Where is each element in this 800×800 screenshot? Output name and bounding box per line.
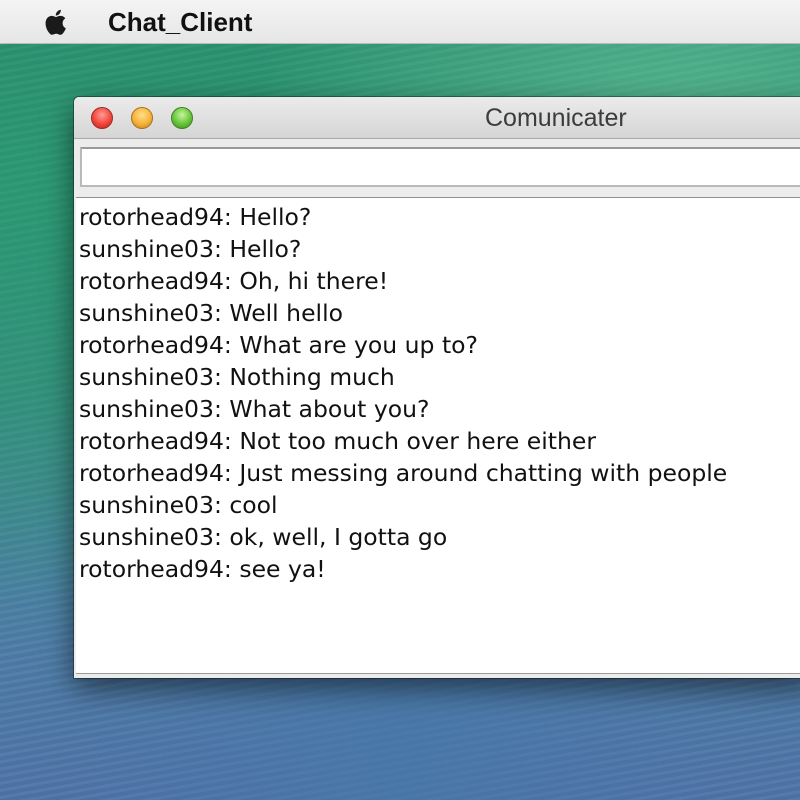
menu-bar: Chat_Client	[0, 0, 800, 44]
apple-logo-icon[interactable]	[38, 4, 74, 40]
chat-log[interactable]: rotorhead94: Hello? sunshine03: Hello? r…	[76, 197, 800, 674]
app-menu-name[interactable]: Chat_Client	[108, 5, 252, 39]
window-title: Comunicater	[485, 104, 627, 132]
chat-message: sunshine03: Well hello	[79, 299, 343, 327]
chat-message: rotorhead94: What are you up to?	[79, 331, 479, 359]
minimize-icon[interactable]	[131, 107, 153, 129]
maximize-icon[interactable]	[171, 107, 193, 129]
chat-message: rotorhead94: Not too much over here eith…	[79, 427, 596, 455]
chat-message: rotorhead94: see ya!	[79, 555, 326, 583]
window-titlebar[interactable]: Comunicater	[74, 97, 800, 139]
chat-message: rotorhead94: Just messing around chattin…	[79, 459, 728, 487]
chat-message: sunshine03: Nothing much	[79, 363, 395, 391]
message-input[interactable]	[80, 147, 800, 187]
chat-window: Comunicater rotorhead94: Hello? sunshine…	[74, 97, 800, 678]
chat-message: sunshine03: Hello?	[79, 235, 302, 263]
chat-message: sunshine03: ok, well, I gotta go	[79, 523, 448, 551]
chat-message: sunshine03: cool	[79, 491, 278, 519]
close-icon[interactable]	[91, 107, 113, 129]
chat-message: rotorhead94: Hello?	[79, 203, 312, 231]
chat-message: rotorhead94: Oh, hi there!	[79, 267, 389, 295]
chat-message: sunshine03: What about you?	[79, 395, 430, 423]
